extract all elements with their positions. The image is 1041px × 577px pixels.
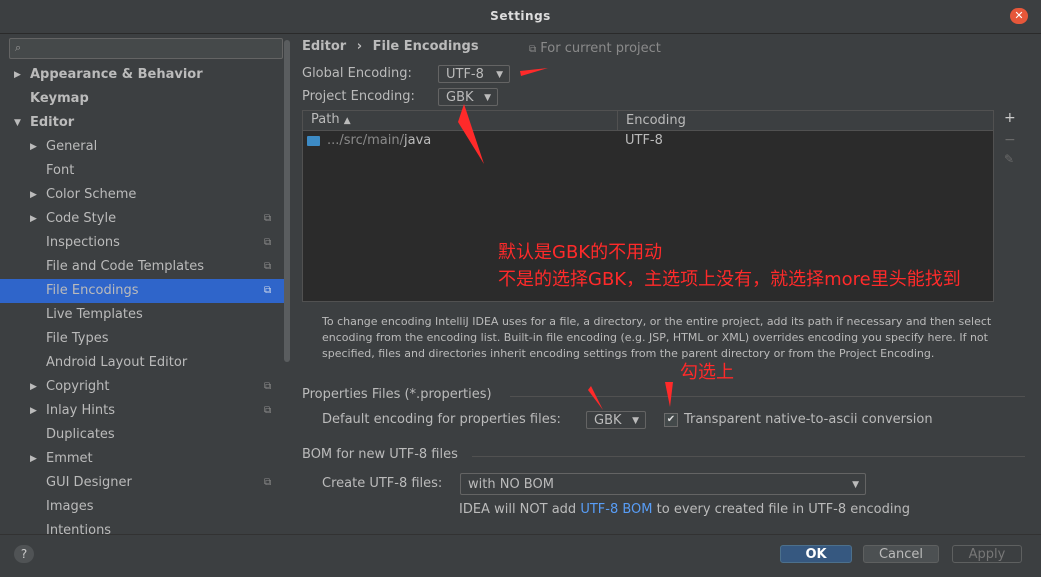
help-button[interactable]: ? [14,545,34,563]
arrow-icon [588,386,603,410]
arrow-icon [520,68,548,76]
annotation-line1: 默认是GBK的不用动 [498,242,663,263]
arrow-icon [458,104,484,164]
annotation-check-note: 勾选上 [680,362,734,383]
apply-button[interactable]: Apply [952,545,1022,563]
annotation-line2: 不是的选择GBK，主选项上没有，就选择more里头能找到 [498,269,961,290]
ok-button[interactable]: OK [780,545,852,563]
dialog-footer: ? OK Cancel Apply [0,534,1041,577]
arrow-icon [665,382,673,407]
cancel-button[interactable]: Cancel [863,545,939,563]
